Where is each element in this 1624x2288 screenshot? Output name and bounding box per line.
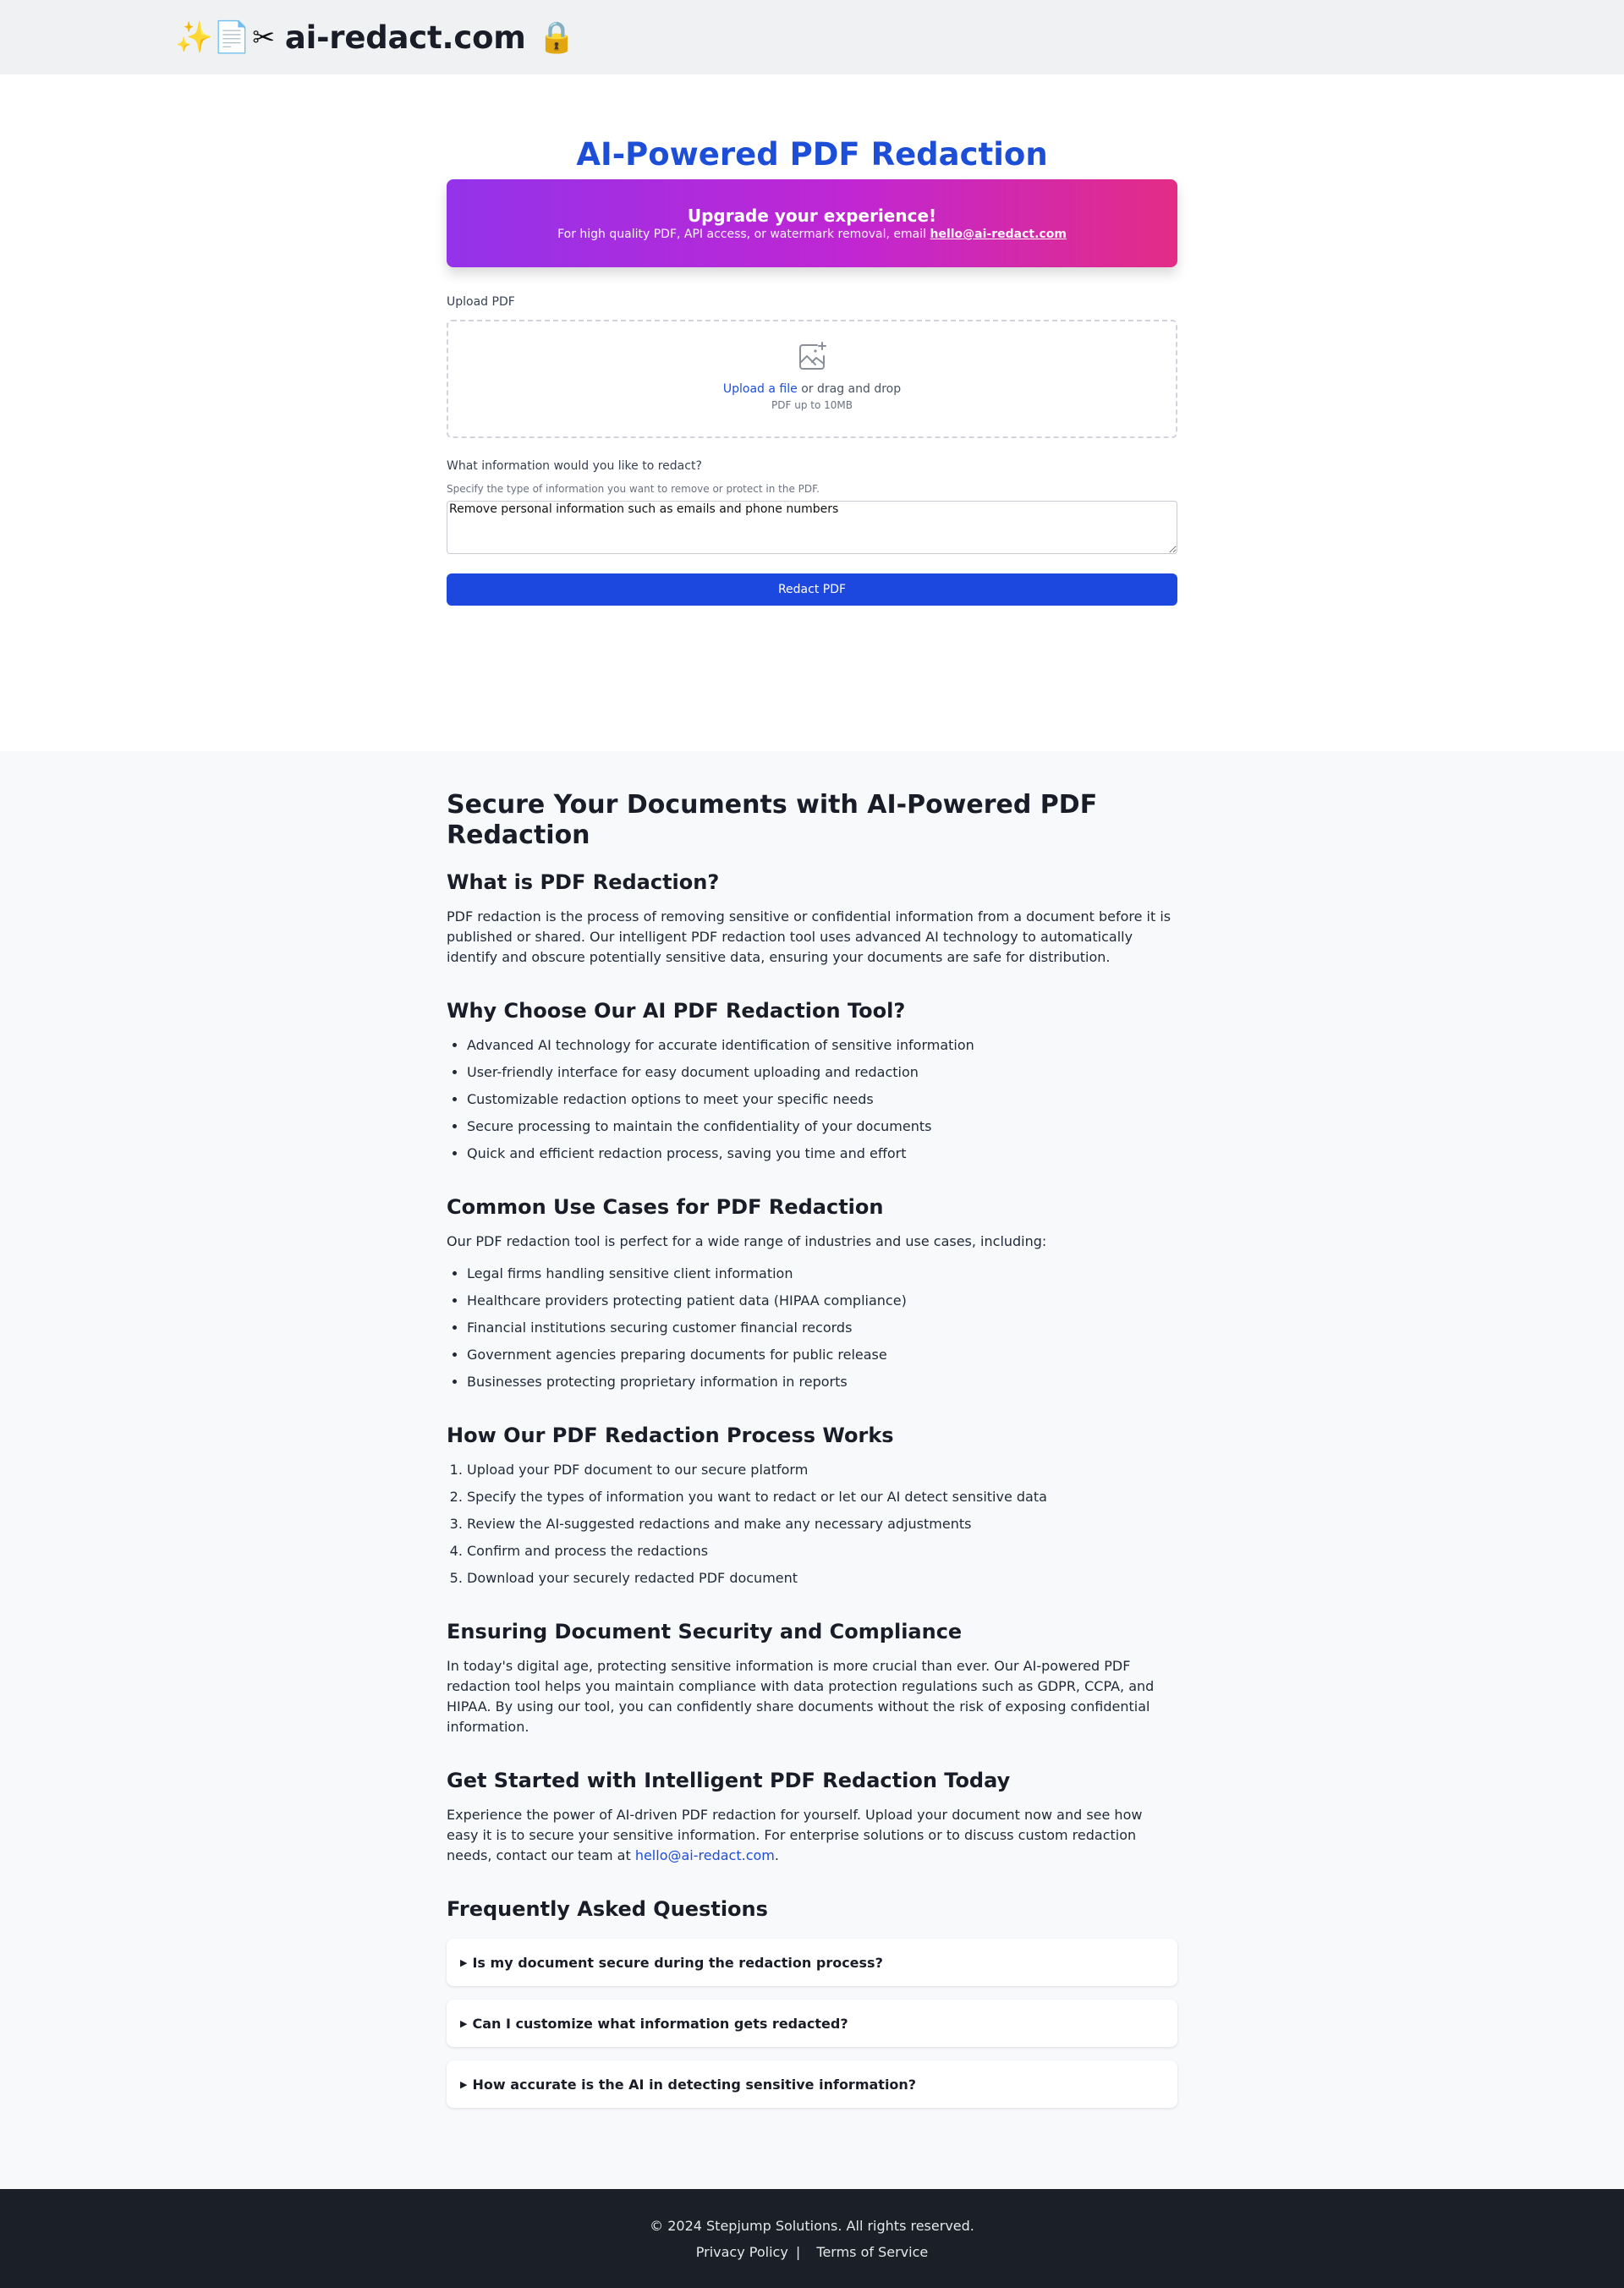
seo-content-section: Secure Your Documents with AI-Powered PD…	[0, 751, 1624, 2189]
site-header: ✨📄 ✂ ai-redact.com 🔒	[0, 0, 1624, 74]
process-step: Download your securely redacted PDF docu…	[467, 1568, 1177, 1588]
process-heading: How Our PDF Redaction Process Works	[447, 1424, 894, 1447]
use-cases-intro: Our PDF redaction tool is perfect for a …	[447, 1233, 1047, 1249]
get-started-section: Get Started with Intelligent PDF Redacti…	[447, 1768, 1177, 1866]
faq-item[interactable]: ▶ Is my document secure during the redac…	[447, 1939, 1177, 1986]
upgrade-promo-banner: Upgrade your experience! For high qualit…	[447, 179, 1177, 267]
copyright-text: © 2024 Stepjump Solutions. All rights re…	[650, 2218, 974, 2234]
what-is-text: PDF redaction is the process of removing…	[447, 908, 1171, 965]
redact-question-label: What information would you like to redac…	[447, 459, 702, 473]
security-text: In today's digital age, protecting sensi…	[447, 1658, 1155, 1735]
faq-heading: Frequently Asked Questions	[447, 1897, 768, 1921]
footer-links: Privacy Policy | Terms of Service	[0, 2244, 1624, 2260]
dropzone-text: Upload a file or drag and drop	[448, 381, 1176, 398]
why-choose-section: Why Choose Our AI PDF Redaction Tool? Ad…	[447, 998, 1177, 1164]
drag-drop-text: or drag and drop	[797, 382, 902, 396]
lock-icon: 🔒	[537, 20, 576, 55]
faq-question: Can I customize what information gets re…	[472, 2015, 848, 2032]
sparkles-document-icon: ✨📄	[175, 20, 251, 55]
terms-of-service-link[interactable]: Terms of Service	[816, 2244, 928, 2260]
content-main-heading: Secure Your Documents with AI-Powered PD…	[447, 790, 1098, 850]
faq-section: Frequently Asked Questions ▶ Is my docum…	[447, 1896, 1177, 2108]
redact-pdf-button[interactable]: Redact PDF	[447, 573, 1177, 606]
security-heading: Ensuring Document Security and Complianc…	[447, 1620, 963, 1643]
promo-text-body: For high quality PDF, API access, or wat…	[557, 228, 930, 241]
process-steps-list: Upload your PDF document to our secure p…	[447, 1460, 1177, 1588]
what-is-heading: What is PDF Redaction?	[447, 870, 720, 894]
contact-email-link[interactable]: hello@ai-redact.com	[635, 1847, 775, 1863]
list-item: Financial institutions securing customer…	[467, 1318, 1177, 1338]
site-name: ai-redact.com	[284, 19, 526, 56]
list-item: Secure processing to maintain the confid…	[467, 1117, 1177, 1137]
page-title: AI-Powered PDF Redaction	[576, 136, 1048, 173]
site-footer: © 2024 Stepjump Solutions. All rights re…	[0, 2189, 1624, 2288]
use-cases-list: Legal firms handling sensitive client in…	[447, 1264, 1177, 1392]
process-step: Confirm and process the redactions	[467, 1541, 1177, 1561]
redaction-instructions-input[interactable]: Remove personal information such as emai…	[447, 501, 1177, 554]
list-item: Customizable redaction options to meet y…	[467, 1089, 1177, 1110]
use-cases-heading: Common Use Cases for PDF Redaction	[447, 1195, 884, 1219]
redact-question-hint: Specify the type of information you want…	[447, 483, 820, 495]
promo-title: Upgrade your experience!	[687, 206, 937, 226]
why-choose-list: Advanced AI technology for accurate iden…	[447, 1035, 1177, 1164]
privacy-policy-link[interactable]: Privacy Policy	[696, 2244, 788, 2260]
upload-file-link[interactable]: Upload a file	[723, 382, 798, 396]
promo-email-link[interactable]: hello@ai-redact.com	[930, 228, 1067, 241]
process-step: Upload your PDF document to our secure p…	[467, 1460, 1177, 1480]
get-started-text: Experience the power of AI-driven PDF re…	[447, 1805, 1177, 1866]
process-section: How Our PDF Redaction Process Works Uplo…	[447, 1423, 1177, 1588]
list-item: Legal firms handling sensitive client in…	[467, 1264, 1177, 1284]
list-item: Quick and efficient redaction process, s…	[467, 1144, 1177, 1164]
faq-question: How accurate is the AI in detecting sens…	[472, 2076, 917, 2093]
file-size-hint: PDF up to 10MB	[771, 399, 853, 411]
why-choose-heading: Why Choose Our AI PDF Redaction Tool?	[447, 999, 906, 1023]
process-step: Specify the types of information you wan…	[467, 1487, 1177, 1507]
site-logo[interactable]: ✨📄 ✂ ai-redact.com 🔒	[175, 19, 575, 56]
get-started-heading: Get Started with Intelligent PDF Redacti…	[447, 1769, 1011, 1792]
pdf-dropzone[interactable]: Upload a file or drag and drop PDF up to…	[447, 320, 1177, 438]
redaction-tool-section: AI-Powered PDF Redaction Upgrade your ex…	[0, 74, 1624, 751]
use-cases-section: Common Use Cases for PDF Redaction Our P…	[447, 1194, 1177, 1392]
get-started-body: Experience the power of AI-driven PDF re…	[447, 1807, 1143, 1863]
footer-separator: |	[795, 2244, 801, 2260]
list-item: Healthcare providers protecting patient …	[467, 1291, 1177, 1311]
list-item: Businesses protecting proprietary inform…	[467, 1372, 1177, 1392]
upload-label: Upload PDF	[447, 295, 515, 309]
what-is-section: What is PDF Redaction? PDF redaction is …	[447, 870, 1177, 968]
scissors-icon: ✂	[252, 21, 275, 53]
process-step: Review the AI-suggested redactions and m…	[467, 1514, 1177, 1534]
image-upload-icon	[795, 340, 829, 374]
list-item: Government agencies preparing documents …	[467, 1345, 1177, 1365]
faq-question: Is my document secure during the redacti…	[472, 1954, 883, 1971]
get-started-suffix: .	[774, 1847, 779, 1863]
promo-text: For high quality PDF, API access, or wat…	[447, 227, 1177, 242]
caret-right-icon: ▶	[460, 2078, 468, 2090]
list-item: Advanced AI technology for accurate iden…	[467, 1035, 1177, 1056]
caret-right-icon: ▶	[460, 1956, 468, 1968]
caret-right-icon: ▶	[460, 2017, 468, 2029]
faq-item[interactable]: ▶ Can I customize what information gets …	[447, 2000, 1177, 2047]
list-item: User-friendly interface for easy documen…	[467, 1062, 1177, 1083]
faq-item[interactable]: ▶ How accurate is the AI in detecting se…	[447, 2060, 1177, 2108]
security-section: Ensuring Document Security and Complianc…	[447, 1619, 1177, 1737]
